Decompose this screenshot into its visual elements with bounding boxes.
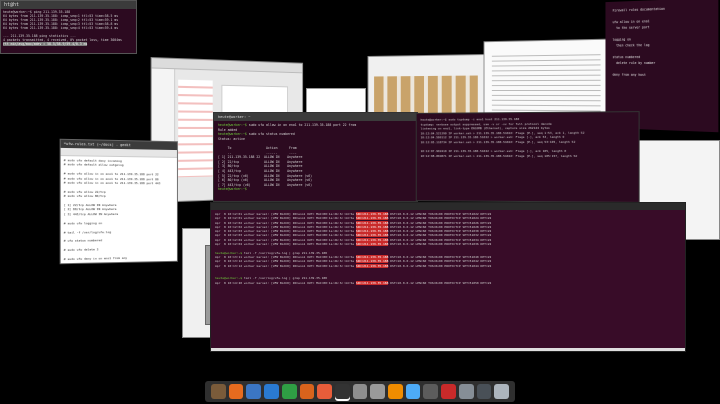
trash-icon[interactable] xyxy=(494,384,509,399)
command-text: [ 7] 443/tcp (v6) ALLOW IN Anywhere (v6) xyxy=(218,182,313,187)
command-text: -- ------ ---- xyxy=(218,150,297,155)
notes-line: to the server port xyxy=(612,25,650,31)
command-text: [ 3] 80/tcp ALLOW IN Anywhere xyxy=(218,164,303,169)
terminal-line: -- ------ ---- xyxy=(218,151,297,155)
terminal-line: Status: active xyxy=(218,137,245,141)
notes-line: then check the log xyxy=(612,43,650,48)
text-editor-icon[interactable] xyxy=(352,384,368,399)
log-terminal-scrollbar[interactable] xyxy=(211,348,685,351)
editor-line: # sudo ufw delete 3 xyxy=(63,247,99,253)
editor-line: # sudo ufw allow in on eno1 to 211.139.3… xyxy=(63,180,161,186)
spreadsheet-cells xyxy=(178,79,213,178)
editor-line: # ufw status numbered xyxy=(63,238,103,244)
terminal-icon[interactable] xyxy=(334,384,350,399)
tcpdump-terminal-output: heute@worker:~$ sudo tcpdump -i eno1 hos… xyxy=(421,116,635,158)
notes-line: delete rule by number xyxy=(612,61,656,65)
log-terminal-window[interactable]: Apr 8 10:12:01 worker kernel: [UFW BLOCK… xyxy=(210,202,686,352)
ufw-terminal-window[interactable]: heute@worker: ~ heute@worker:~$ sudo ufw… xyxy=(213,112,418,202)
log-line: Apr 8 10:12:04 worker kernel: [UFW BLOCK… xyxy=(215,242,492,247)
writer-icon[interactable] xyxy=(264,384,279,399)
command-text: Rule added xyxy=(218,127,238,132)
notes-line: status numbered xyxy=(612,55,641,60)
prompt: heute@worker:~$ xyxy=(218,123,247,127)
tcpdump-terminal-window[interactable]: heute@worker:~$ sudo tcpdump -i eno1 hos… xyxy=(415,111,640,203)
ping-terminal-output: heute@worker:~$ ping 211.139.35.188 64 b… xyxy=(3,10,134,46)
grep-match-highlight: SRC=211.139.35.188 xyxy=(355,280,389,285)
monitor-icon[interactable] xyxy=(476,384,492,399)
terminal-line: 64 bytes from 211.139.35.188: icmp_seq=4… xyxy=(3,26,119,30)
terminal-line: [ 6] 80/tcp (v6) ALLOW IN Anywhere (v6) xyxy=(218,178,312,182)
notes-terminal-text: Firewall rules documentation ufw allow i… xyxy=(613,4,711,78)
disks-icon[interactable] xyxy=(458,384,474,399)
notes-line: ufw allow in on eno1 xyxy=(612,19,650,25)
command-text: [ 4] 443/tcp ALLOW IN Anywhere xyxy=(218,168,303,173)
notes-line: Firewall rules documentation xyxy=(612,6,665,13)
gedit-window[interactable]: *ufw-rules.txt (~/docs) - gedit # sudo u… xyxy=(59,138,178,265)
editor-line: # sudo ufw default allow outgoing xyxy=(63,162,124,168)
ping-terminal-window[interactable]: ht@ht heute@worker:~$ ping 211.139.35.18… xyxy=(0,0,137,54)
files-icon[interactable] xyxy=(211,384,226,399)
grep-match-highlight: SRC=211.139.35.188 xyxy=(355,263,389,268)
editor-line: # sudo ufw deny in on eno1 from any xyxy=(63,255,128,262)
command-text: To Action From xyxy=(218,145,297,150)
remote-desktop-icon[interactable] xyxy=(441,384,456,399)
software-icon[interactable] xyxy=(317,384,332,399)
editor-line: # sudo ufw allow 80/tcp xyxy=(63,194,106,199)
ping-terminal-titlebar[interactable]: ht@ht xyxy=(1,1,136,9)
prompt: heute@worker:~$ xyxy=(218,132,247,137)
terminal-line: Rule added xyxy=(218,128,237,132)
dock xyxy=(205,381,515,402)
log-terminal-titlebar[interactable] xyxy=(211,203,685,210)
terminal-line: [ 5] 22/tcp (v6) ALLOW IN Anywhere (v6) xyxy=(218,174,312,178)
terminal-line: heute@worker:~$ xyxy=(218,187,247,191)
editor-line: [ 3] 443/tcp ALLOW IN Anywhere xyxy=(63,211,119,217)
command-text: [ 2] 22/tcp ALLOW IN Anywhere xyxy=(218,159,303,164)
notes-line: logging on xyxy=(612,37,631,42)
terminal-line: To Action From xyxy=(218,146,297,150)
calc-icon[interactable] xyxy=(281,384,297,399)
ufw-terminal-output: heute@worker:~$ sudo ufw allow in on eno… xyxy=(218,123,413,192)
settings-icon[interactable] xyxy=(370,384,386,399)
tcpdump-line: 10:12:08.004871 IP worker.ssh > 211.139.… xyxy=(420,153,578,158)
command-text: Status: active xyxy=(218,136,245,141)
log-line: Apr 8 10:14:20 worker kernel: [UFW BLOCK… xyxy=(215,280,492,285)
gedit-text-area[interactable]: # sudo ufw default deny incoming # sudo … xyxy=(64,158,174,261)
image-viewer-icon[interactable] xyxy=(405,384,421,399)
log-line: Apr 8 10:13:12 worker kernel: [UFW BLOCK… xyxy=(215,263,492,268)
terminal-line: rtt min/avg/max/mdev = 58.5/58.9/59.4/0.… xyxy=(3,42,88,46)
terminal-line: [ 4] 443/tcp ALLOW IN Anywhere xyxy=(218,169,302,173)
thunderbird-icon[interactable] xyxy=(246,384,262,399)
terminal-line: [ 1] 211.139.35.188 22 ALLOW IN Anywhere xyxy=(218,155,302,159)
command-text: sudo ufw allow in on eno1 to 211.139.35.… xyxy=(246,123,357,127)
terminal-line: heute@worker:~$ sudo ufw allow in on eno… xyxy=(218,123,356,127)
ufw-terminal-titlebar[interactable]: heute@worker: ~ xyxy=(214,113,417,121)
tcpdump-line: 10:12:07.902410 IP 211.139.35.188.51022 … xyxy=(420,149,567,154)
command-text: [ 1] 211.139.35.188 22 ALLOW IN Anywhere xyxy=(218,155,303,160)
screenshot-icon[interactable] xyxy=(423,384,439,399)
prompt: heute@worker:~$ xyxy=(218,187,247,192)
gedit-toolbar xyxy=(60,147,177,158)
notes-line: deny from any host xyxy=(612,72,646,77)
command-text: sudo ufw status numbered xyxy=(246,132,295,137)
vlc-icon[interactable] xyxy=(388,384,403,399)
terminal-line: heute@worker:~$ sudo ufw status numbered xyxy=(218,132,295,136)
terminal-line: [ 2] 22/tcp ALLOW IN Anywhere xyxy=(218,160,302,164)
terminal-line: [ 3] 80/tcp ALLOW IN Anywhere xyxy=(218,164,302,168)
editor-line: # tail -f /var/log/ufw.log xyxy=(63,229,112,235)
impress-icon[interactable] xyxy=(299,384,315,399)
terminal-line: [ 7] 443/tcp (v6) ALLOW IN Anywhere (v6) xyxy=(218,183,312,187)
command-text: [ 6] 80/tcp (v6) ALLOW IN Anywhere (v6) xyxy=(218,178,313,183)
grep-match-highlight: SRC=211.139.35.188 xyxy=(355,242,389,247)
tcpdump-line: 10:12:05.118734 IP worker.ssh > 211.139.… xyxy=(420,139,576,145)
log-terminal-output: Apr 8 10:12:01 worker kernel: [UFW BLOCK… xyxy=(215,212,681,285)
editor-line: # sudo ufw logging on xyxy=(63,220,103,226)
command-text: [ 5] 22/tcp (v6) ALLOW IN Anywhere (v6) xyxy=(218,173,313,178)
firefox-icon[interactable] xyxy=(228,384,244,399)
